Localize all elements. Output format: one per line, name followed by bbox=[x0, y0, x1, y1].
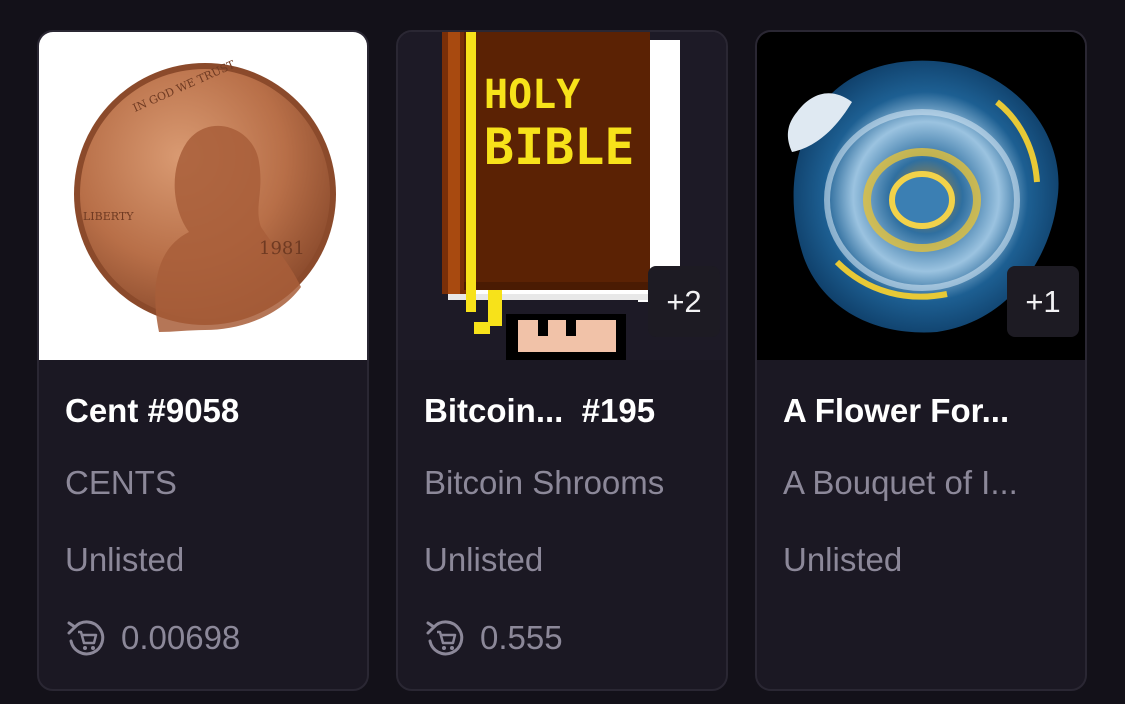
bible-cover-bible-text: BIBLE bbox=[484, 118, 635, 176]
penny-coin-image: IN GOD WE TRUST LIBERTY 1981 bbox=[74, 58, 336, 332]
price-value: 0.00698 bbox=[121, 619, 241, 656]
listing-status: Unlisted bbox=[783, 541, 903, 578]
last-price: 0.00698 bbox=[65, 616, 240, 660]
coin-liberty-text: LIBERTY bbox=[83, 210, 134, 223]
nft-card-bitcoin-195[interactable]: HOLY BIBLE +2 Bitcoin... #195 Bitcoin Sh… bbox=[396, 30, 728, 691]
coin-year-text: 1981 bbox=[259, 238, 305, 259]
more-items-badge[interactable]: +2 bbox=[648, 266, 720, 337]
cart-refresh-icon bbox=[67, 620, 105, 656]
last-price: 0.555 bbox=[424, 616, 563, 660]
price-value: 0.555 bbox=[480, 619, 563, 656]
nft-collection-name[interactable]: A Bouquet of I... bbox=[783, 464, 1018, 502]
bible-cover-holy-text: HOLY bbox=[484, 72, 580, 118]
more-items-badge[interactable]: +1 bbox=[1007, 266, 1079, 337]
listing-status: Unlisted bbox=[65, 541, 185, 578]
nft-card-flower[interactable]: +1 A Flower For... A Bouquet of I... Unl… bbox=[755, 30, 1087, 691]
listing-status: Unlisted bbox=[424, 541, 544, 578]
cart-refresh-icon bbox=[426, 620, 464, 656]
nft-title[interactable]: Bitcoin... #195 bbox=[424, 392, 655, 430]
nft-collection-name[interactable]: CENTS bbox=[65, 464, 177, 502]
nft-title[interactable]: Cent #9058 bbox=[65, 392, 239, 430]
nft-title[interactable]: A Flower For... bbox=[783, 392, 1009, 430]
nft-thumbnail[interactable]: IN GOD WE TRUST LIBERTY 1981 bbox=[39, 32, 367, 360]
nft-collection-name[interactable]: Bitcoin Shrooms bbox=[424, 464, 664, 502]
nft-card-cent-9058[interactable]: IN GOD WE TRUST LIBERTY 1981 Cent #9058 … bbox=[37, 30, 369, 691]
